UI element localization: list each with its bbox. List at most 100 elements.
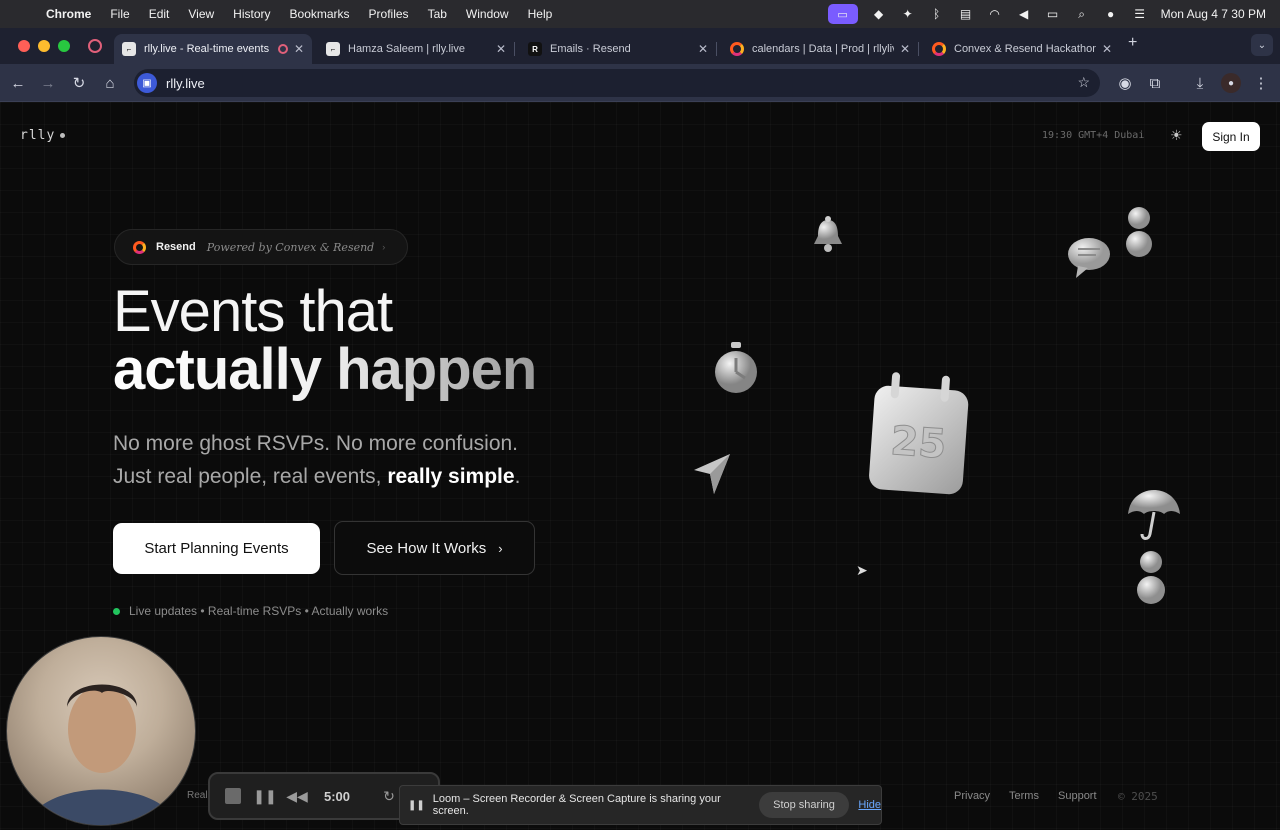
tab-emails-resend[interactable]: R Emails · Resend ✕ [520, 34, 717, 64]
subheadline-line-1: No more ghost RSVPs. No more confusion. [113, 432, 519, 455]
menu-app-chrome[interactable]: Chrome [46, 7, 91, 21]
site-info-icon[interactable]: ▣ [137, 73, 157, 93]
diamond-icon[interactable]: ◆ [871, 7, 887, 21]
sign-in-button[interactable]: Sign In [1202, 122, 1260, 151]
logo-dot [60, 133, 66, 138]
bluetooth-icon[interactable]: ᛒ [929, 7, 945, 21]
control-center-icon[interactable]: ☰ [1132, 7, 1148, 21]
back-icon[interactable]: ← [8, 73, 28, 93]
close-tab-icon[interactable]: ✕ [900, 42, 910, 56]
minimize-window-button[interactable] [38, 40, 50, 52]
extension-chrome-icon[interactable]: ◉ [1115, 73, 1135, 93]
local-time: 19:30 GMT+4 Dubai [1042, 130, 1145, 141]
menu-window[interactable]: Window [466, 7, 509, 21]
close-tab-icon[interactable]: ✕ [496, 42, 506, 56]
tab-search-icon[interactable]: ⌄ [1251, 34, 1273, 56]
site-logo[interactable]: rlly [20, 128, 66, 143]
restart-icon[interactable]: ↻ [380, 787, 398, 805]
tab-rlly-live[interactable]: ⌐ rlly.live - Real-time events ✕ [114, 34, 312, 64]
menu-edit[interactable]: Edit [149, 7, 170, 21]
siri-icon[interactable]: ● [1103, 7, 1119, 21]
menu-bar: Chrome File Edit View History Bookmarks … [0, 0, 1280, 28]
battery-icon[interactable]: ▭ [1045, 7, 1061, 21]
recording-tab-icon [277, 44, 288, 54]
window-controls [18, 40, 70, 52]
powered-by-text: Powered by Convex & Resend [206, 240, 375, 254]
rlly-favicon-icon: ⌐ [326, 42, 340, 56]
recording-indicator-icon [88, 39, 102, 53]
subheadline-line-2: Just real people, real events, really si… [113, 465, 520, 489]
close-tab-icon[interactable]: ✕ [698, 42, 708, 56]
menubar-datetime[interactable]: Mon Aug 4 7 30 PM [1161, 7, 1266, 21]
new-tab-icon[interactable]: + [1128, 34, 1137, 52]
start-planning-button[interactable]: Start Planning Events [113, 523, 320, 574]
volume-icon[interactable]: ◀ [1016, 7, 1032, 21]
address-bar[interactable]: ▣ rlly.live ☆ [134, 69, 1100, 97]
url-text[interactable]: rlly.live [166, 76, 205, 91]
hide-banner-link[interactable]: Hide [858, 799, 881, 811]
footer-terms-link[interactable]: Terms [1009, 790, 1039, 802]
subheadline-period: . [514, 465, 521, 488]
chat-bubble-icon [1068, 238, 1110, 278]
tab-strip: ⌐ rlly.live - Real-time events ✕ ⌐ Hamza… [0, 28, 1280, 64]
menu-tab[interactable]: Tab [428, 7, 447, 21]
convex-logo-icon [133, 240, 146, 254]
subheadline-emphasis: really simple [387, 465, 515, 488]
stop-recording-button[interactable] [224, 787, 242, 805]
tab-hackathon[interactable]: Convex & Resend Hackathon ✕ [924, 34, 1120, 64]
pause-icon[interactable]: ❚❚ [253, 787, 276, 805]
footer-support-link[interactable]: Support [1058, 790, 1097, 802]
live-dot [113, 607, 120, 615]
subheadline-text: Just real people, real events, [113, 465, 388, 488]
tab-separator [514, 42, 515, 56]
menu-history[interactable]: History [233, 7, 270, 21]
search-icon[interactable]: ⌕ [1074, 7, 1090, 21]
pause-share-icon[interactable]: ❚❚ [408, 800, 425, 811]
menu-view[interactable]: View [188, 7, 214, 21]
menu-file[interactable]: File [110, 7, 129, 21]
mouse-cursor-icon: ➤ [856, 562, 868, 578]
calendar-number: 25 [889, 418, 948, 468]
chevron-right-icon: › [498, 540, 503, 556]
powered-by-badge[interactable]: Resend Powered by Convex & Resend › [114, 229, 408, 265]
profile-avatar[interactable]: ● [1221, 73, 1241, 93]
convex-favicon-icon [932, 42, 946, 56]
person-icon [1126, 207, 1152, 257]
headline-line-2: actually happen [113, 337, 537, 402]
recording-timer: 5:00 [324, 788, 351, 804]
see-how-it-works-button[interactable]: See How It Works › [334, 521, 535, 575]
keyboard-icon[interactable]: ▤ [958, 7, 974, 21]
stop-sharing-button[interactable]: Stop sharing [758, 792, 850, 818]
screen-share-icon[interactable]: ▭ [827, 4, 858, 24]
forward-icon[interactable]: → [38, 73, 58, 93]
close-window-button[interactable] [18, 40, 30, 52]
footer-privacy-link[interactable]: Privacy [954, 790, 990, 802]
theme-toggle-icon[interactable]: ☀ [1170, 127, 1183, 144]
resend-brand: Resend [156, 241, 196, 253]
bookmark-star-icon[interactable]: ☆ [1077, 74, 1090, 91]
tab-separator [918, 42, 919, 56]
extensions-puzzle-icon[interactable]: ⧉ [1145, 73, 1165, 93]
tab-calendars-data[interactable]: calendars | Data | Prod | rllyliv ✕ [722, 34, 919, 64]
chevron-right-icon: › [382, 242, 386, 252]
rewind-icon[interactable]: ◀◀ [286, 787, 308, 805]
rlly-favicon-icon: ⌐ [122, 42, 136, 56]
close-tab-icon[interactable]: ✕ [294, 42, 304, 56]
close-tab-icon[interactable]: ✕ [1102, 42, 1112, 56]
person-icon-2 [1137, 551, 1165, 604]
menu-profiles[interactable]: Profiles [369, 7, 409, 21]
maximize-window-button[interactable] [58, 40, 70, 52]
live-status: Live updates • Real-time RSVPs • Actuall… [113, 604, 388, 618]
reload-icon[interactable]: ↻ [69, 73, 89, 93]
partially-hidden-text: Real [187, 790, 208, 801]
stop-icon [225, 788, 241, 804]
more-menu-icon[interactable]: ⋮ [1251, 73, 1271, 93]
vpn-icon[interactable]: ✦ [900, 7, 916, 21]
menu-bookmarks[interactable]: Bookmarks [290, 7, 350, 21]
menu-help[interactable]: Help [528, 7, 553, 21]
tab-hamza-saleem[interactable]: ⌐ Hamza Saleem | rlly.live ✕ [318, 34, 515, 64]
wifi-icon[interactable]: ◠ [987, 7, 1003, 21]
home-icon[interactable]: ⌂ [100, 73, 120, 93]
webcam-bubble[interactable] [6, 636, 196, 826]
download-icon[interactable]: ⤓ [1190, 73, 1210, 93]
